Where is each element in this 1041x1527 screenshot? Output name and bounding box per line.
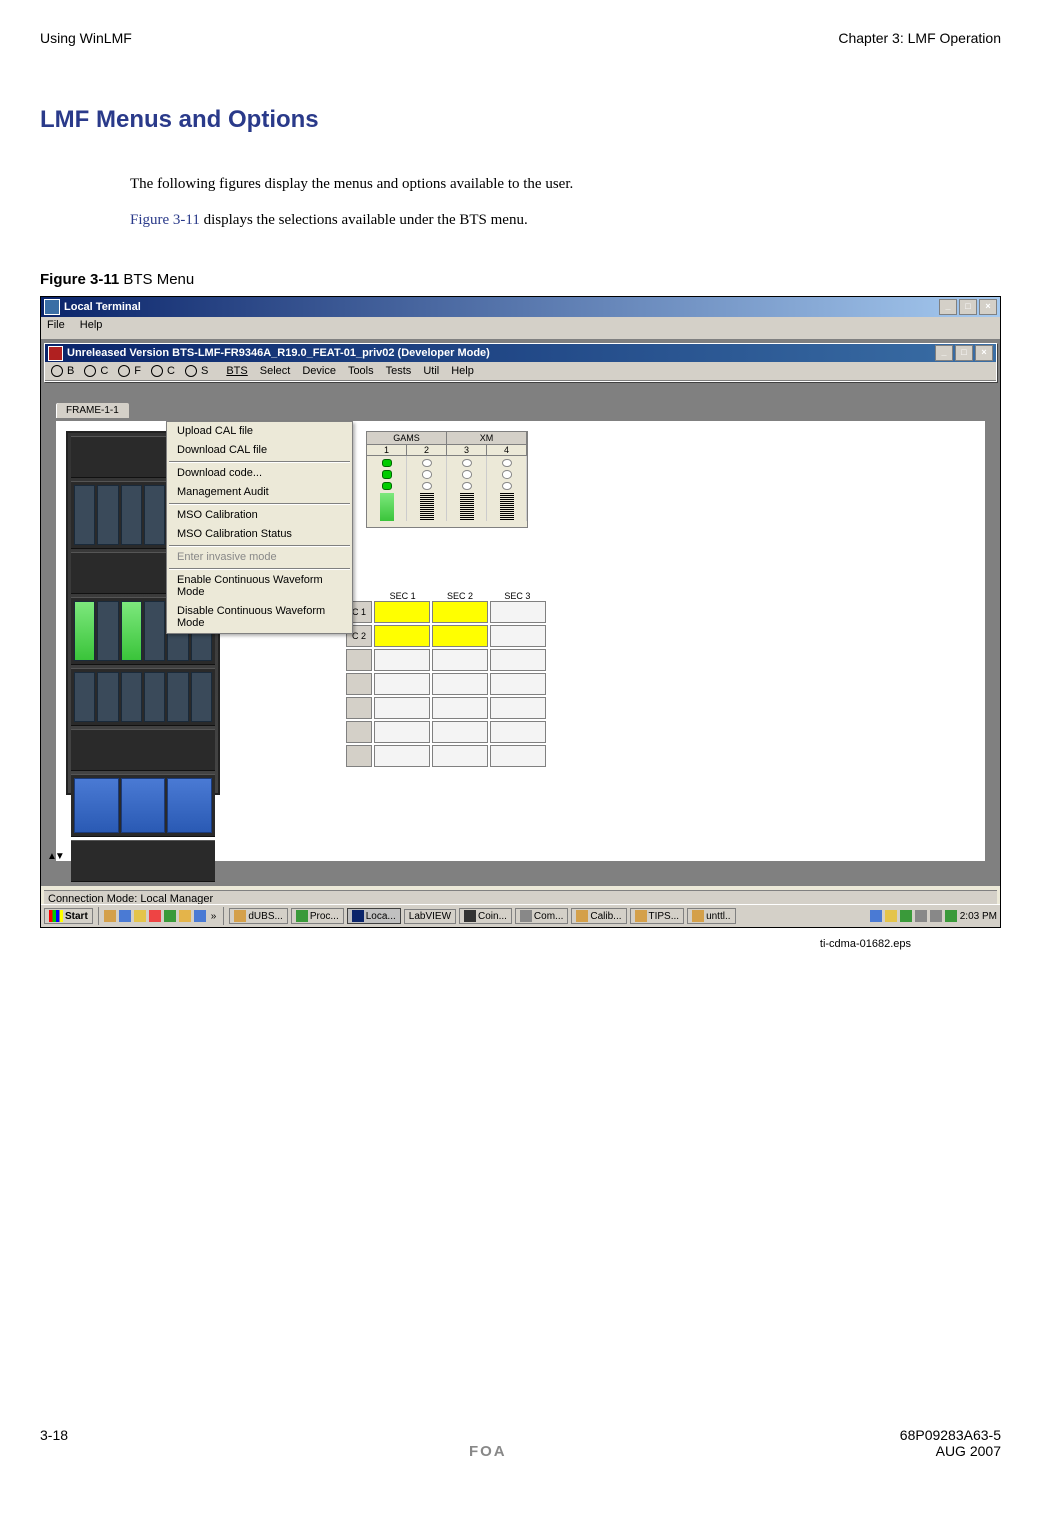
toolbar-row: B C F C S BTS Select Device Tools Tests …	[45, 362, 996, 381]
menu-bts[interactable]: BTS	[226, 365, 247, 377]
quicklaunch-icon[interactable]	[119, 910, 131, 922]
tray-icon[interactable]	[915, 910, 927, 922]
figure-label: Figure 3-11 BTS Menu	[40, 271, 1001, 288]
minimize-button[interactable]: _	[939, 299, 957, 315]
menu-select[interactable]: Select	[260, 365, 291, 377]
windows-taskbar: Start » dUBS... Proc... Loca... LabVIEW …	[41, 904, 1000, 927]
page-heading: LMF Menus and Options	[40, 106, 1001, 134]
main-canvas: D M M Upload CAL file Download CAL file …	[55, 420, 986, 862]
menu-item-mgmt-audit[interactable]: Management Audit	[167, 483, 352, 502]
menu-item-download-code[interactable]: Download code...	[167, 464, 352, 483]
quicklaunch-icon[interactable]	[134, 910, 146, 922]
eps-filename: ti-cdma-01682.eps	[40, 938, 911, 950]
taskbar-clock[interactable]: 2:03 PM	[960, 911, 997, 922]
menu-item-enable-cwm[interactable]: Enable Continuous Waveform Mode	[167, 571, 352, 602]
menu-util[interactable]: Util	[423, 365, 439, 377]
taskbar-button[interactable]: Com...	[515, 908, 568, 924]
radio-f[interactable]	[118, 365, 130, 377]
radio-c2[interactable]	[151, 365, 163, 377]
close-button[interactable]: ×	[979, 299, 997, 315]
radio-c[interactable]	[84, 365, 96, 377]
menu-item-download-cal[interactable]: Download CAL file	[167, 441, 352, 460]
sec-cell[interactable]	[374, 601, 430, 623]
paragraph-2-rest: displays the selections available under …	[200, 212, 528, 228]
inner-maximize-button[interactable]: □	[955, 345, 973, 361]
footer-date: AUG 2007	[936, 1443, 1001, 1460]
menu-help-inner[interactable]: Help	[451, 365, 474, 377]
taskbar-button[interactable]: unttl..	[687, 908, 735, 924]
taskbar-button[interactable]: LabVIEW	[404, 909, 456, 924]
paragraph-2: Figure 3-11 displays the selections avai…	[130, 210, 1001, 231]
local-terminal-title: Local Terminal	[64, 301, 141, 313]
windows-flag-icon	[49, 910, 63, 922]
quicklaunch-icon[interactable]	[164, 910, 176, 922]
menu-item-upload-cal[interactable]: Upload CAL file	[167, 422, 352, 441]
led-green-icon	[382, 459, 392, 467]
menu-help[interactable]: Help	[80, 319, 103, 331]
inner-close-button[interactable]: ×	[975, 345, 993, 361]
radio-b[interactable]	[51, 365, 63, 377]
start-button[interactable]: Start	[44, 908, 93, 924]
quicklaunch-icon[interactable]	[149, 910, 161, 922]
footer-foa: FOA	[469, 1443, 507, 1460]
page-header-right: Chapter 3: LMF Operation	[838, 30, 1001, 46]
figure-link[interactable]: Figure 3-11	[130, 212, 200, 228]
xm-panel[interactable]: GAMS XM 1 2 3 4	[366, 431, 528, 528]
quicklaunch-icon[interactable]	[104, 910, 116, 922]
taskbar-button[interactable]: Calib...	[571, 908, 626, 924]
tray-icon[interactable]	[930, 910, 942, 922]
menu-device[interactable]: Device	[302, 365, 336, 377]
inner-window-titlebar[interactable]: Unreleased Version BTS-LMF-FR9346A_R19.0…	[45, 344, 996, 362]
resize-handles[interactable]: ▲▼	[47, 851, 63, 862]
frame-tab[interactable]: FRAME-1-1	[55, 402, 130, 418]
menu-item-enter-invasive: Enter invasive mode	[167, 548, 352, 567]
taskbar-button[interactable]: TIPS...	[630, 908, 685, 924]
menu-tools[interactable]: Tools	[348, 365, 374, 377]
local-terminal-menubar: File Help	[41, 317, 1000, 340]
inner-window-icon	[48, 346, 63, 361]
bts-dropdown-menu: Upload CAL file Download CAL file Downlo…	[166, 421, 353, 634]
taskbar-button[interactable]: Proc...	[291, 908, 344, 924]
tray-icon[interactable]	[900, 910, 912, 922]
sec-panel[interactable]: SEC 1 SEC 2 SEC 3 C 1 C 2	[346, 591, 546, 769]
quicklaunch-icon[interactable]	[194, 910, 206, 922]
screenshot-figure: Local Terminal _ □ × File Help Unrelease…	[40, 296, 1001, 928]
xm-header-gams: GAMS	[367, 432, 447, 444]
paragraph-1: The following figures display the menus …	[130, 174, 1001, 195]
page-header-left: Using WinLMF	[40, 30, 132, 46]
quicklaunch-expand[interactable]: »	[209, 911, 219, 922]
maximize-button[interactable]: □	[959, 299, 977, 315]
menu-file[interactable]: File	[47, 319, 65, 331]
menu-item-mso-cal[interactable]: MSO Calibration	[167, 506, 352, 525]
taskbar-button[interactable]: dUBS...	[229, 908, 287, 924]
xm-header-xm: XM	[447, 432, 527, 444]
local-terminal-titlebar[interactable]: Local Terminal _ □ ×	[41, 297, 1000, 317]
radio-s[interactable]	[185, 365, 197, 377]
footer-page-number: 3-18	[40, 1427, 68, 1443]
inner-window-title: Unreleased Version BTS-LMF-FR9346A_R19.0…	[67, 347, 490, 359]
inner-minimize-button[interactable]: _	[935, 345, 953, 361]
tray-icon[interactable]	[870, 910, 882, 922]
quicklaunch-icon[interactable]	[179, 910, 191, 922]
local-terminal-icon	[44, 299, 60, 315]
figure-label-bold: Figure 3-11	[40, 271, 119, 288]
taskbar-button[interactable]: Coin...	[459, 908, 512, 924]
led-off-icon	[422, 459, 432, 467]
tray-icon[interactable]	[885, 910, 897, 922]
menu-item-mso-cal-status[interactable]: MSO Calibration Status	[167, 525, 352, 544]
taskbar-button-active[interactable]: Loca...	[347, 908, 401, 924]
menu-item-disable-cwm[interactable]: Disable Continuous Waveform Mode	[167, 602, 352, 633]
footer-docid: 68P09283A63-5	[900, 1427, 1001, 1443]
tray-icon[interactable]	[945, 910, 957, 922]
figure-label-rest: BTS Menu	[119, 271, 194, 288]
menu-tests[interactable]: Tests	[386, 365, 412, 377]
